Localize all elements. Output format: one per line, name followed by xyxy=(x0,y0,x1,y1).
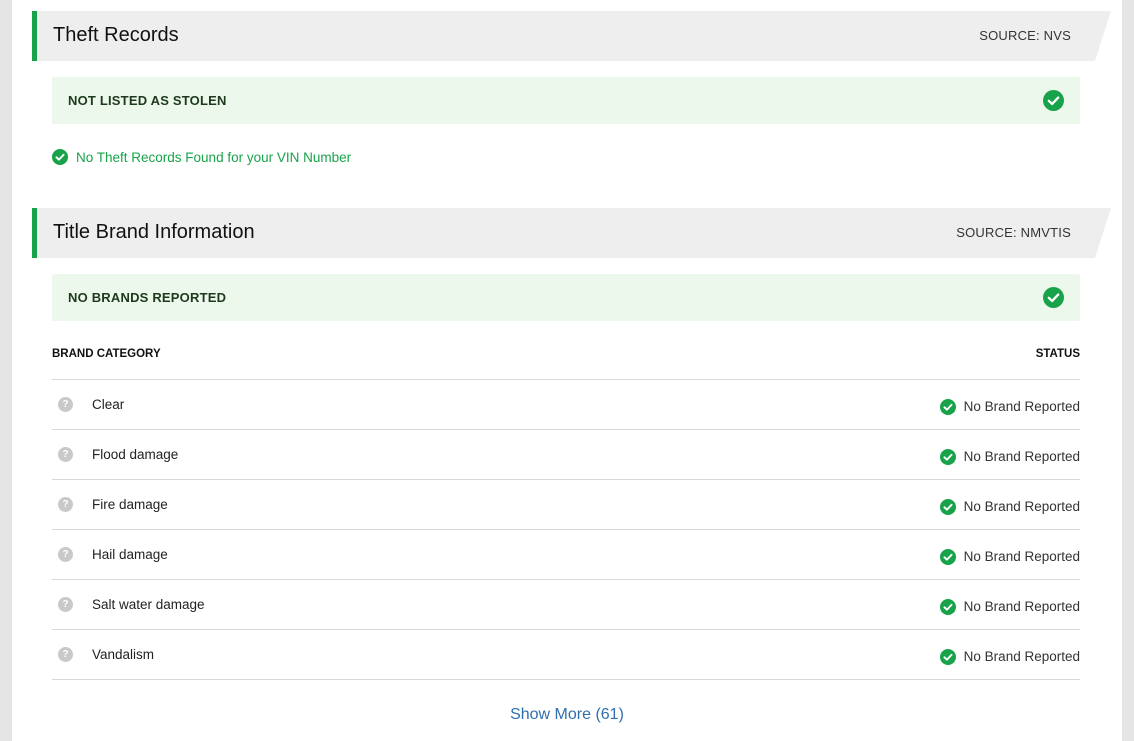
help-circle-icon[interactable]: ? xyxy=(58,447,73,462)
table-row: ? Salt water damage No Brand Reported xyxy=(52,580,1080,630)
brand-category-name: Salt water damage xyxy=(92,597,205,612)
brand-status: No Brand Reported xyxy=(939,597,1080,615)
brand-status: No Brand Reported xyxy=(939,647,1080,665)
check-circle-icon xyxy=(939,649,956,665)
check-circle-icon xyxy=(52,149,68,165)
title-brand-status-banner: NO BRANDS REPORTED xyxy=(52,274,1080,321)
brand-category-name: Clear xyxy=(92,397,125,412)
theft-records-header: Theft Records SOURCE: NVS xyxy=(32,11,1111,61)
check-circle-icon xyxy=(939,449,956,465)
source-label: SOURCE: NVS xyxy=(979,28,1071,43)
brand-category-name: Hail damage xyxy=(92,547,168,562)
title-brand-header: Title Brand Information SOURCE: NMVTIS xyxy=(32,208,1111,258)
theft-status-banner: NOT LISTED AS STOLEN xyxy=(52,77,1080,124)
table-row: ? Clear No Brand Reported xyxy=(52,380,1080,430)
brand-category-name: Fire damage xyxy=(92,497,168,512)
brand-status: No Brand Reported xyxy=(939,397,1080,415)
header-background xyxy=(32,11,1111,61)
brand-status-text: No Brand Reported xyxy=(963,448,1080,464)
help-circle-icon[interactable]: ? xyxy=(58,397,73,412)
check-circle-icon xyxy=(939,399,956,415)
brand-status: No Brand Reported xyxy=(939,447,1080,465)
brand-category-name: Flood damage xyxy=(92,447,179,462)
brand-status: No Brand Reported xyxy=(939,497,1080,515)
brand-category-name: Vandalism xyxy=(92,647,155,662)
header-accent-bar xyxy=(32,11,37,61)
help-circle-icon[interactable]: ? xyxy=(58,497,73,512)
table-row: ? Fire damage No Brand Reported xyxy=(52,480,1080,530)
theft-note: No Theft Records Found for your VIN Numb… xyxy=(52,148,351,166)
help-circle-icon[interactable]: ? xyxy=(58,597,73,612)
brand-status: No Brand Reported xyxy=(939,547,1080,565)
brand-status-text: No Brand Reported xyxy=(963,648,1080,664)
section-title: Title Brand Information xyxy=(53,221,255,243)
section-title: Theft Records xyxy=(53,24,179,46)
report-card: Theft Records SOURCE: NVS NOT LISTED AS … xyxy=(12,0,1122,741)
header-accent-bar xyxy=(32,208,37,258)
check-circle-icon xyxy=(1043,287,1064,308)
table-row: ? Hail damage No Brand Reported xyxy=(52,530,1080,580)
table-row: ? Flood damage No Brand Reported xyxy=(52,430,1080,480)
table-row: ? Vandalism No Brand Reported xyxy=(52,630,1080,680)
column-header-status: STATUS xyxy=(1035,348,1080,360)
check-circle-icon xyxy=(939,549,956,565)
show-more-link[interactable]: Show More (61) xyxy=(12,706,1122,724)
brand-table: ? Clear No Brand Reported ? Flood damage… xyxy=(52,379,1080,680)
help-circle-icon[interactable]: ? xyxy=(58,647,73,662)
brand-status-text: No Brand Reported xyxy=(963,498,1080,514)
help-circle-icon[interactable]: ? xyxy=(58,547,73,562)
check-circle-icon xyxy=(939,599,956,615)
note-text: No Theft Records Found for your VIN Numb… xyxy=(76,149,352,165)
column-header-brand-category: BRAND CATEGORY xyxy=(52,348,161,360)
check-circle-icon xyxy=(1043,90,1064,111)
brand-status-text: No Brand Reported xyxy=(963,398,1080,414)
status-label: NOT LISTED AS STOLEN xyxy=(68,93,227,108)
brand-status-text: No Brand Reported xyxy=(963,598,1080,614)
status-label: NO BRANDS REPORTED xyxy=(68,290,227,305)
source-label: SOURCE: NMVTIS xyxy=(956,225,1071,240)
brand-status-text: No Brand Reported xyxy=(963,548,1080,564)
check-circle-icon xyxy=(939,499,956,515)
